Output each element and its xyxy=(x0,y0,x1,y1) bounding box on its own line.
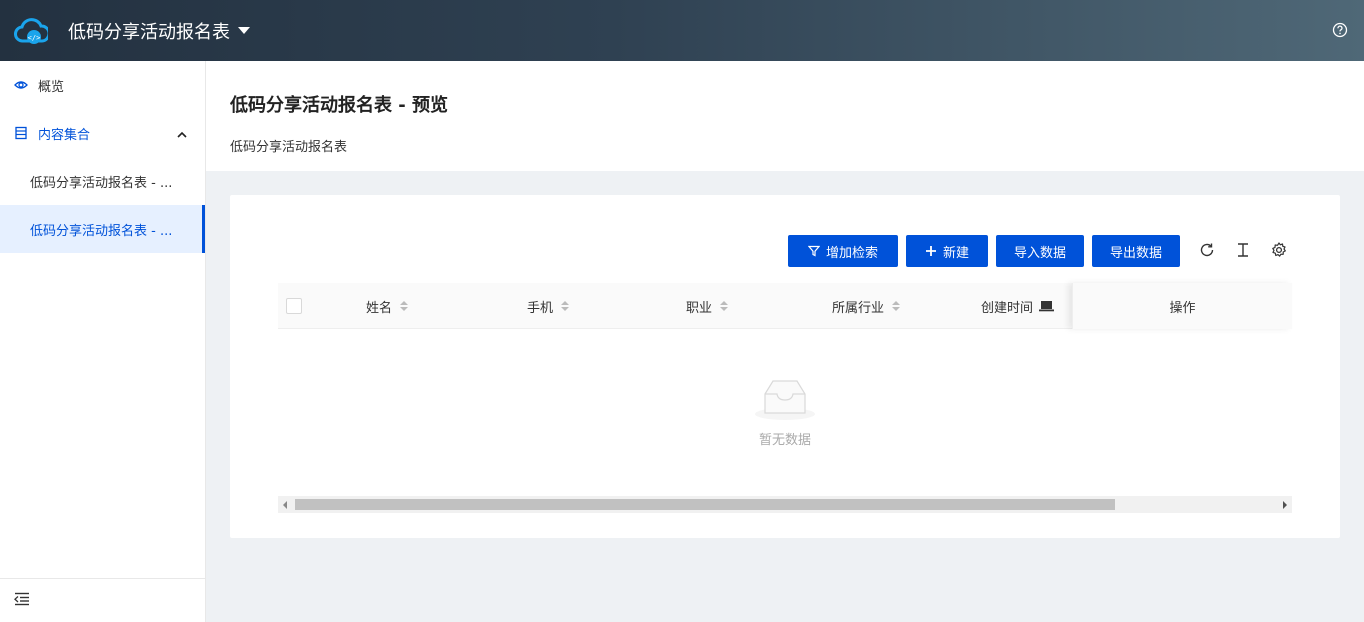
refresh-icon[interactable] xyxy=(1198,241,1216,259)
data-table: 姓名 手机 职业 所属行业 创建时间 操作 暂无数据 xyxy=(278,283,1292,513)
empty-inbox-icon xyxy=(754,377,816,421)
sidebar-item-label: 概览 xyxy=(38,79,65,95)
app-title: 低码分享活动报名表 xyxy=(68,21,230,43)
column-header-occupation[interactable]: 职业 xyxy=(686,283,729,329)
add-filter-button[interactable]: 增加检索 xyxy=(788,235,898,267)
caret-down-icon xyxy=(238,27,250,34)
scroll-right-icon[interactable] xyxy=(1283,501,1287,509)
sidebar-group-content[interactable]: 内容集合 xyxy=(0,109,205,157)
sidebar-item-label: 低码分享活动报名表 - ... xyxy=(30,223,173,239)
empty-state: 暂无数据 xyxy=(278,329,1292,496)
help-icon[interactable] xyxy=(1332,22,1348,38)
page-header: 低码分享活动报名表 - 预览 低码分享活动报名表 xyxy=(206,61,1364,171)
sort-icon[interactable] xyxy=(892,301,901,311)
content-card: 增加检索 新建 导入数据 导出数据 姓名 手机 职业 所属行业 创建时间 操作 … xyxy=(230,195,1340,538)
app-switcher[interactable]: 低码分享活动报名表 xyxy=(68,18,250,44)
eye-icon xyxy=(14,78,28,92)
sidebar-item-collection[interactable]: 低码分享活动报名表 - ... xyxy=(0,157,205,205)
horizontal-scrollbar[interactable] xyxy=(278,496,1292,513)
scroll-left-icon[interactable] xyxy=(283,501,287,509)
gear-icon[interactable] xyxy=(1270,241,1288,259)
toolbar: 增加检索 新建 导入数据 导出数据 xyxy=(788,235,1180,267)
sort-icon[interactable] xyxy=(561,301,570,311)
chevron-up-icon xyxy=(177,128,187,143)
sort-icon[interactable] xyxy=(720,301,729,311)
filter-icon xyxy=(807,245,820,257)
laptop-icon xyxy=(1039,300,1055,312)
import-data-button[interactable]: 导入数据 xyxy=(996,235,1084,267)
scrollbar-thumb[interactable] xyxy=(295,499,1115,510)
top-bar: </> 低码分享活动报名表 xyxy=(0,0,1364,61)
new-record-button[interactable]: 新建 xyxy=(906,235,988,267)
select-all-checkbox[interactable] xyxy=(286,298,302,314)
sidebar: 概览 内容集合 低码分享活动报名表 - ... 低码分享活动报名表 - ... xyxy=(0,61,206,622)
table-tools xyxy=(1198,241,1288,259)
sidebar-item-overview[interactable]: 概览 xyxy=(0,61,205,109)
plus-icon xyxy=(925,245,937,257)
column-header-actions: 操作 xyxy=(1072,283,1292,329)
sidebar-item-collection-active[interactable]: 低码分享活动报名表 - ... xyxy=(0,205,205,253)
collapse-menu-icon[interactable] xyxy=(14,592,30,610)
column-header-created[interactable]: 创建时间 xyxy=(981,283,1055,329)
page-description: 低码分享活动报名表 xyxy=(230,140,348,155)
row-height-icon[interactable] xyxy=(1234,241,1252,259)
svg-text:</>: </> xyxy=(28,34,41,42)
page-title: 低码分享活动报名表 - 预览 xyxy=(230,95,449,116)
cloud-logo-icon: </> xyxy=(14,17,51,45)
database-icon xyxy=(14,126,28,140)
empty-text: 暂无数据 xyxy=(758,433,811,448)
sidebar-footer xyxy=(0,578,205,622)
export-data-button[interactable]: 导出数据 xyxy=(1092,235,1180,267)
sidebar-group-label: 内容集合 xyxy=(38,127,91,143)
column-header-name[interactable]: 姓名 xyxy=(366,283,409,329)
table-header: 姓名 手机 职业 所属行业 创建时间 操作 xyxy=(278,283,1292,329)
sort-icon[interactable] xyxy=(400,301,409,311)
sidebar-item-label: 低码分享活动报名表 - ... xyxy=(30,175,173,191)
column-header-phone[interactable]: 手机 xyxy=(527,283,570,329)
column-header-industry[interactable]: 所属行业 xyxy=(832,283,901,329)
